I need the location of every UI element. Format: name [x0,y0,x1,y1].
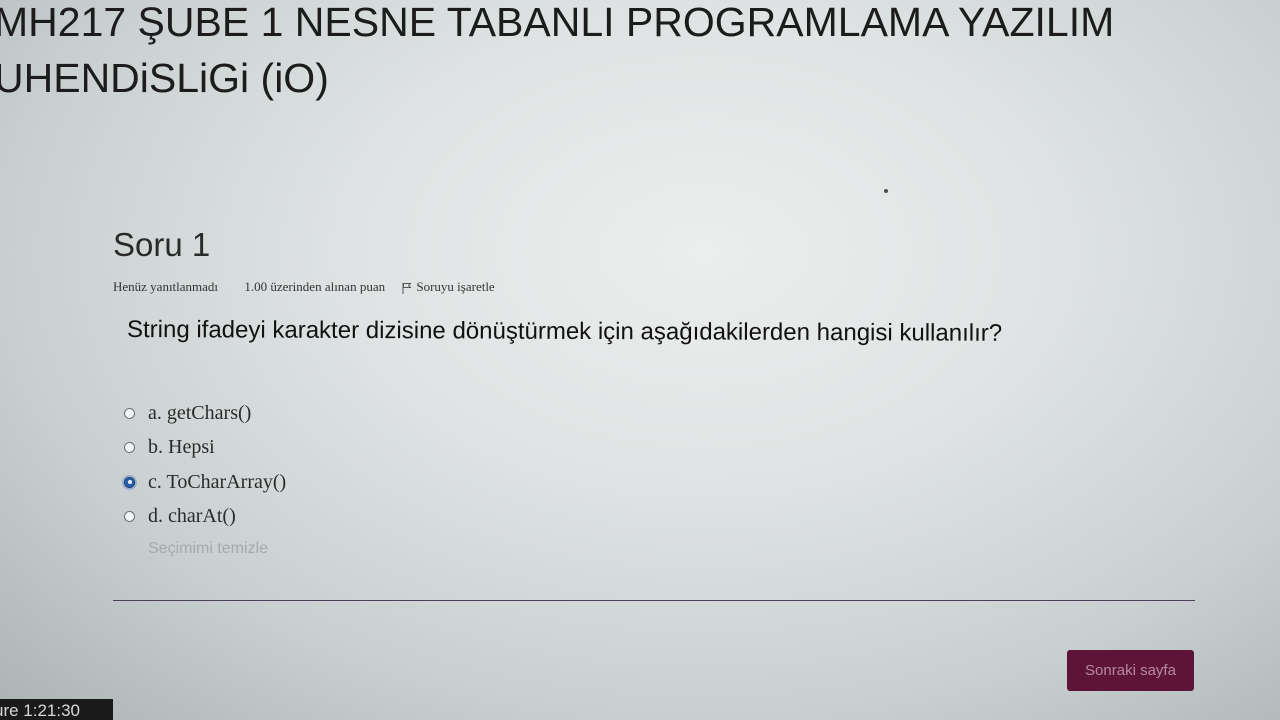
question-grade: 1.00 üzerinden alınan puan [244,279,386,294]
question-info: Henüz yanıtlanmadı 1.00 üzerinden alınan… [113,279,495,295]
answer-option-b[interactable]: b. Hepsi [120,431,286,466]
clear-selection-link[interactable]: Seçimimi temizle [148,540,268,558]
answer-option-a[interactable]: a. getChars() [120,396,286,431]
course-title-line-2: UHENDiSLiGi (iO) [0,55,329,101]
course-title-line-1: MH217 ŞUBE 1 NESNE TABANLI PROGRAMLAMA Y… [0,0,1115,45]
radio-button-b[interactable] [124,442,135,454]
flag-icon [402,283,412,294]
next-page-button[interactable]: Sonraki sayfa [1067,650,1194,691]
question-state: Henüz yanıtlanmadı [113,279,219,294]
flag-question-link[interactable]: Soruyu işaretle [402,279,495,295]
question-text: String ifadeyi karakter dizisine dönüştü… [126,316,1003,347]
answer-label-c: c. ToCharArray() [148,470,287,493]
answer-list: a. getChars() b. Hepsi c. ToCharArray() … [120,396,286,534]
radio-button-c[interactable] [124,476,135,488]
answer-label-d: d. charAt() [148,505,236,528]
radio-button-d[interactable] [124,511,135,523]
screen-speck [884,189,888,193]
answer-label-b: b. Hepsi [148,436,215,459]
question-number: Soru 1 [113,226,211,263]
quiz-timer: ure 1:21:30 [0,699,113,720]
answer-label-a: a. getChars() [148,401,252,424]
answer-option-d[interactable]: d. charAt() [120,500,286,535]
answer-option-c[interactable]: c. ToCharArray() [120,465,286,500]
divider [113,600,1195,601]
flag-question-label: Soruyu işaretle [416,279,495,294]
radio-button-a[interactable] [124,407,135,419]
course-title: MH217 ŞUBE 1 NESNE TABANLI PROGRAMLAMA Y… [0,0,1114,106]
